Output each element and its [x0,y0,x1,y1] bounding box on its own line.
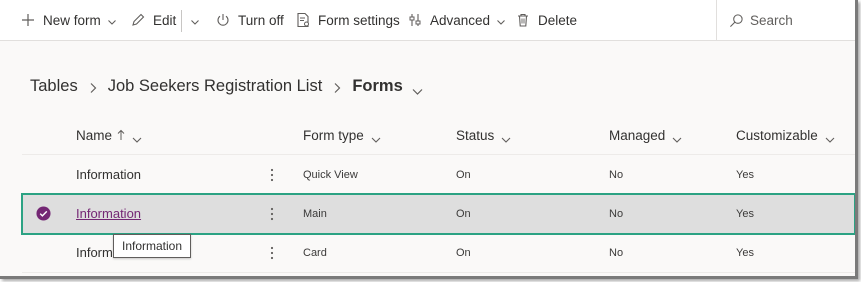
chevron-down-icon [190,15,200,25]
chevron-down-icon [371,132,381,143]
delete-label: Delete [538,12,578,28]
more-vertical-icon[interactable] [267,233,277,272]
row-managed: No [609,168,624,181]
search-placeholder[interactable]: Search [750,13,793,28]
chevron-down-icon[interactable] [107,15,117,25]
row-managed: No [609,207,624,220]
row-name[interactable]: Information [76,155,141,194]
new-form-label: New form [43,12,101,28]
power-icon [215,12,231,28]
breadcrumb-current: Forms [352,76,403,95]
form-settings-label: Form settings [318,12,400,28]
more-vertical-icon[interactable] [267,155,277,194]
breadcrumb-table-name[interactable]: Job Seekers Registration List [108,77,323,96]
table-row-selected[interactable]: Information Main On No Yes [21,193,855,235]
sort-ascending-icon [117,129,125,141]
check-circle-icon[interactable] [36,206,51,221]
command-bar: New form Edit Turn off Form settings Adv… [0,0,855,41]
column-header-name-label: Name [76,127,113,143]
row-customizable: Yes [736,207,754,220]
chevron-down-icon[interactable] [412,82,423,95]
chevron-down-icon [501,132,511,143]
edit-button[interactable]: Edit [130,0,176,40]
delete-button[interactable]: Delete [515,0,577,40]
turn-off-button[interactable]: Turn off [215,0,284,40]
edit-label: Edit [153,12,177,28]
row-form-type: Card [303,246,327,259]
row-status: On [456,246,471,259]
pencil-icon [130,12,146,28]
column-header-managed[interactable]: Managed [609,116,682,154]
plus-icon [20,12,36,28]
more-vertical-icon[interactable] [267,194,277,233]
trash-icon [515,12,531,28]
row-form-type: Quick View [303,168,358,181]
table-row[interactable]: Information Quick View On No Yes [22,155,855,195]
advanced-button[interactable]: Advanced [407,0,506,40]
more-commands-chevron[interactable] [184,0,200,40]
column-header-form-type[interactable]: Form type [303,116,381,154]
row-managed: No [609,246,624,259]
row-status: On [456,168,471,181]
advanced-label: Advanced [430,12,491,28]
command-separator [181,10,182,32]
grid-header: Name Form type Status Managed Customizab… [22,116,855,155]
column-header-form-type-label: Form type [303,127,364,143]
form-settings-icon [295,12,311,28]
chevron-down-icon [132,132,142,143]
chevron-right-icon [88,80,98,93]
turn-off-label: Turn off [238,12,284,28]
chevron-right-icon [332,80,342,93]
column-header-customizable[interactable]: Customizable [736,116,835,154]
column-header-managed-label: Managed [609,127,666,143]
new-form-button[interactable]: New form [20,0,117,40]
breadcrumb-tables[interactable]: Tables [30,77,78,96]
search-icon [729,13,744,28]
chevron-down-icon [825,132,835,143]
row-name-link[interactable]: Information [76,194,141,233]
search-box[interactable]: Search [716,0,855,40]
chevron-down-icon [496,15,506,25]
column-header-name[interactable]: Name [76,116,142,154]
advanced-icon [407,12,423,28]
row-status: On [456,207,471,220]
breadcrumb: Tables Job Seekers Registration List For… [30,74,423,98]
app-frame: New form Edit Turn off Form settings Adv… [0,0,858,279]
name-tooltip: Information [113,234,192,258]
column-header-status-label: Status [456,127,495,143]
chevron-down-icon [672,132,682,143]
row-customizable: Yes [736,246,754,259]
row-form-type: Main [303,207,327,220]
column-header-status[interactable]: Status [456,116,511,154]
form-settings-button[interactable]: Form settings [295,0,400,40]
column-header-customizable-label: Customizable [736,127,818,143]
row-customizable: Yes [736,168,754,181]
